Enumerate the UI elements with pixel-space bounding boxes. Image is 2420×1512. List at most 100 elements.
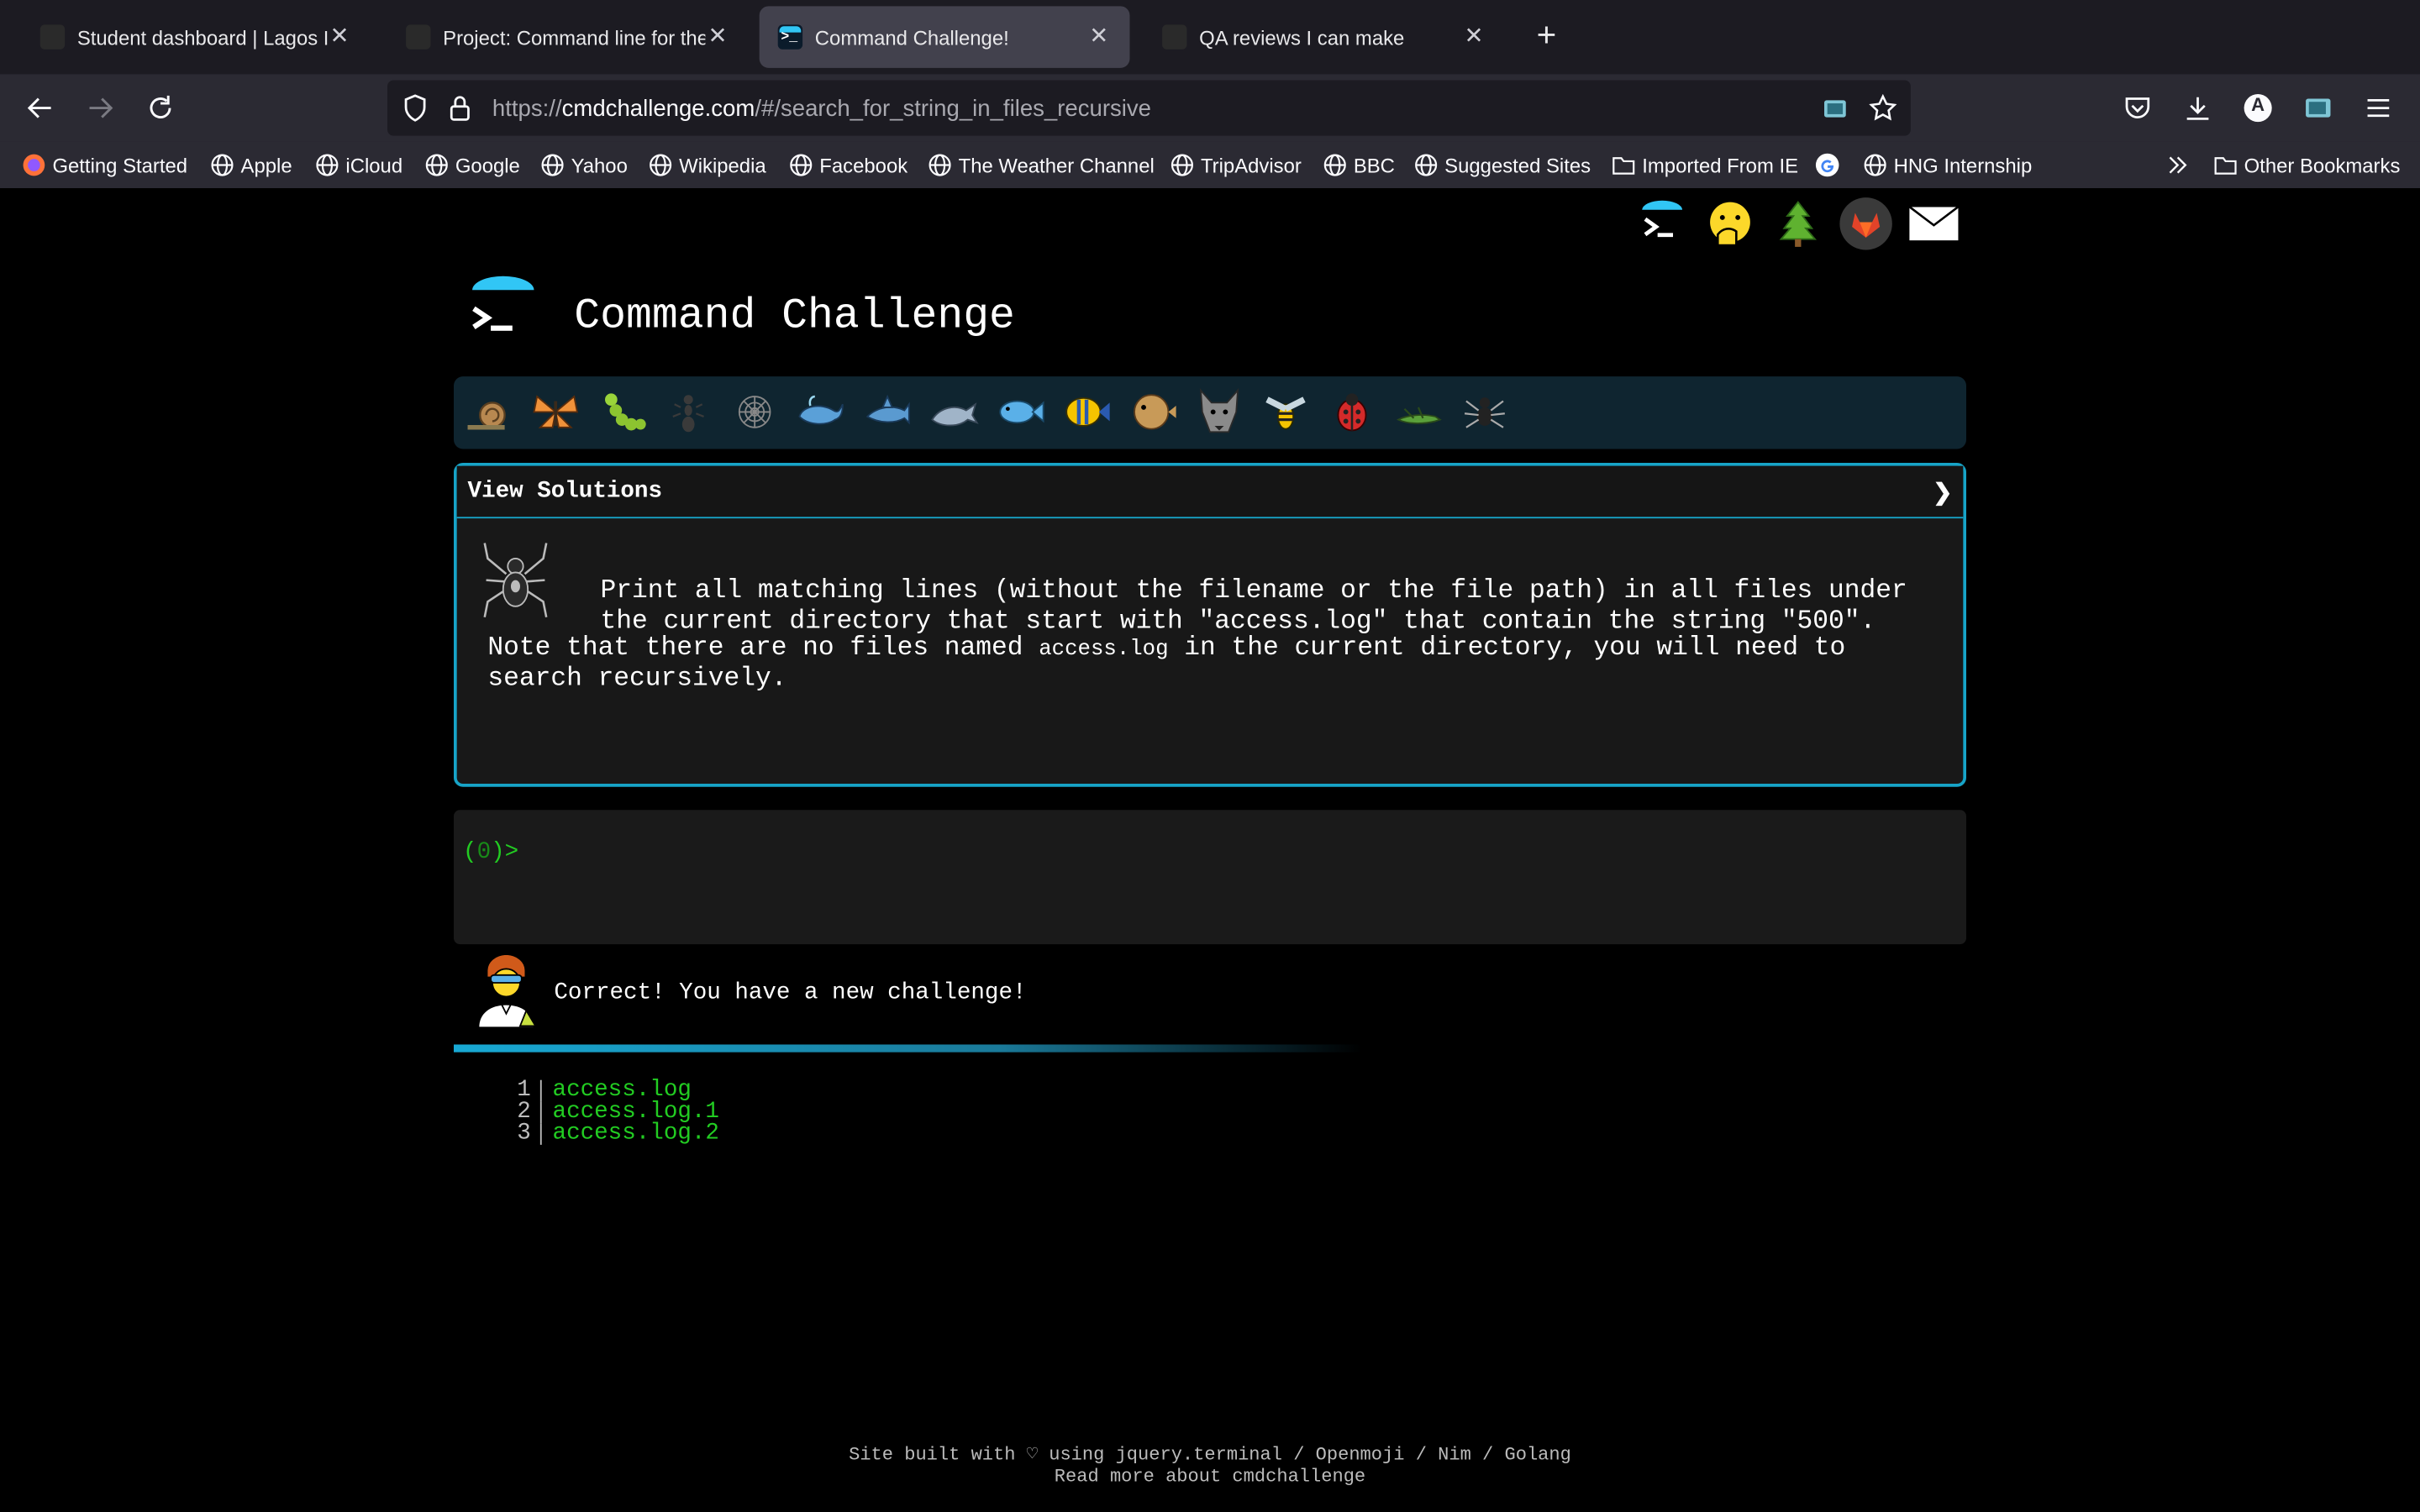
spider-web-icon[interactable]	[729, 386, 781, 438]
bookmark-getting-started[interactable]: Getting Started	[22, 153, 187, 177]
page-title: Command Challenge	[574, 292, 1015, 341]
view-solutions-header[interactable]: View Solutions ❯	[456, 465, 1964, 519]
bookmark-icloud[interactable]: iCloud	[315, 153, 402, 177]
bee-icon[interactable]	[1260, 386, 1312, 438]
whale-icon[interactable]	[795, 386, 847, 438]
bookmark-bbc[interactable]: BBC	[1323, 153, 1395, 177]
reload-button[interactable]	[142, 90, 179, 127]
spider-icon[interactable]	[1459, 386, 1511, 438]
site-favicon	[406, 24, 431, 50]
bookmark-label: Suggested Sites	[1444, 153, 1591, 177]
line-number: 3	[517, 1120, 531, 1147]
gitlab-link[interactable]	[1837, 194, 1896, 253]
globe-icon	[648, 153, 672, 177]
bookmark-star-icon[interactable]	[1869, 94, 1897, 122]
blowfish-icon[interactable]	[1127, 386, 1179, 438]
bookmark-tripadvisor[interactable]: TripAdvisor	[1170, 153, 1302, 177]
command-output: 1 access.log 2 access.log.1 3 access.log.2	[509, 1079, 719, 1147]
close-icon[interactable]: ✕	[1086, 24, 1111, 49]
bookmark-yahoo[interactable]: Yahoo	[540, 153, 628, 177]
snail-icon[interactable]	[463, 386, 515, 438]
extension-icon[interactable]	[1823, 96, 1847, 120]
fish-icon[interactable]	[994, 386, 1046, 438]
back-arrow-icon	[27, 97, 51, 118]
envelope-icon	[1907, 204, 1961, 243]
extension-icon	[2306, 98, 2331, 118]
bookmarks-toolbar: Getting Started Apple iCloud Google Yaho…	[0, 141, 2420, 189]
line-separator	[539, 1079, 542, 1102]
account-button[interactable]: A	[2239, 90, 2276, 127]
globe-icon	[1413, 153, 1438, 177]
shark-icon[interactable]	[861, 386, 913, 438]
dolphin-icon[interactable]	[928, 386, 980, 438]
read-more-link[interactable]: Read more about cmdchallenge	[0, 1466, 2420, 1488]
shield-icon[interactable]	[402, 94, 427, 122]
tab-title: Command Challenge!	[814, 25, 1009, 49]
bookmark-suggested-sites[interactable]: Suggested Sites	[1413, 153, 1591, 177]
globe-icon	[210, 153, 234, 177]
back-button[interactable]	[22, 90, 59, 127]
footer-credits: Site built with ♡ using jquery.terminal …	[849, 1444, 1571, 1466]
pocket-button[interactable]	[2119, 90, 2156, 127]
extension-button[interactable]	[2300, 90, 2337, 127]
close-icon[interactable]: ✕	[705, 24, 729, 49]
bookmark-apple[interactable]: Apple	[210, 153, 292, 177]
note-text: Note that there are no files named	[487, 633, 1039, 664]
tree-link[interactable]	[1769, 194, 1828, 253]
web-page: Command Challenge View Solutions ❯ Print…	[0, 188, 2420, 1512]
url-scheme: https://	[492, 95, 562, 123]
ant-icon[interactable]	[662, 386, 714, 438]
evergreen-tree-icon	[1779, 201, 1817, 247]
tab-command-challenge[interactable]: Command Challenge! ✕	[759, 6, 1130, 68]
globe-icon	[928, 153, 952, 177]
line-separator	[539, 1123, 542, 1145]
lock-icon[interactable]	[449, 94, 471, 122]
pocket-icon	[2125, 97, 2150, 118]
challenge-panel: View Solutions ❯ Print all matching line…	[454, 463, 1966, 787]
menu-button[interactable]	[2360, 90, 2396, 127]
new-tab-button[interactable]: +	[1528, 18, 1565, 55]
tab-project[interactable]: Project: Command line for the w ✕	[387, 6, 749, 67]
bookmark-label: iCloud	[345, 153, 403, 177]
bookmark-google[interactable]: Google	[424, 153, 520, 177]
email-link[interactable]	[1905, 194, 1964, 253]
caterpillar-icon[interactable]	[596, 386, 648, 438]
folder-icon	[1612, 153, 1636, 177]
tab-student-dashboard[interactable]: Student dashboard | Lagos Intra ✕	[22, 6, 371, 67]
bookmark-hng-internship[interactable]: HNG Internship	[1863, 153, 2032, 177]
bookmark-google-favicon[interactable]	[1815, 153, 1846, 177]
wolf-icon[interactable]	[1193, 386, 1245, 438]
url-bar[interactable]: https://cmdchallenge.com/#/search_for_st…	[387, 80, 1911, 136]
forward-arrow-icon	[89, 97, 113, 118]
bookmark-imported-from-ie[interactable]: Imported From IE	[1612, 153, 1798, 177]
globe-icon	[1323, 153, 1347, 177]
tab-title: Student dashboard | Lagos Intra	[76, 25, 328, 49]
downloads-button[interactable]	[2179, 90, 2216, 127]
bookmark-wikipedia[interactable]: Wikipedia	[648, 153, 766, 177]
tab-qa-reviews[interactable]: QA reviews I can make ✕	[1144, 6, 1505, 67]
output-filename: access.log.2	[552, 1120, 719, 1147]
terminal-input[interactable]: (0)>	[454, 810, 1966, 945]
close-icon[interactable]: ✕	[327, 24, 351, 49]
cricket-icon[interactable]	[1392, 386, 1444, 438]
url-text[interactable]: https://cmdchallenge.com/#/search_for_st…	[492, 96, 1151, 122]
bookmark-facebook[interactable]: Facebook	[789, 153, 908, 177]
google-icon	[1815, 153, 1839, 177]
butterfly-icon[interactable]	[529, 386, 581, 438]
other-bookmarks[interactable]: Other Bookmarks	[2213, 153, 2400, 177]
terminal-link[interactable]	[1633, 194, 1691, 253]
tropical-fish-icon[interactable]	[1060, 386, 1113, 438]
navigation-bar: https://cmdchallenge.com/#/search_for_st…	[0, 74, 2420, 142]
bookmark-weather-channel[interactable]: The Weather Channel	[928, 153, 1155, 177]
close-icon[interactable]: ✕	[1461, 24, 1486, 49]
bookmark-label: Getting Started	[52, 153, 188, 177]
bookmark-label: BBC	[1353, 153, 1395, 177]
bookmark-label: TripAdvisor	[1200, 153, 1302, 177]
more-bookmarks-button[interactable]	[2165, 153, 2196, 177]
forward-button[interactable]	[82, 90, 118, 127]
site-favicon	[39, 24, 66, 50]
ladybug-icon[interactable]	[1326, 386, 1378, 438]
output-line: 3 access.log.2	[509, 1120, 719, 1147]
view-solutions-label: View Solutions	[467, 478, 663, 505]
secret-link[interactable]	[1701, 194, 1760, 253]
